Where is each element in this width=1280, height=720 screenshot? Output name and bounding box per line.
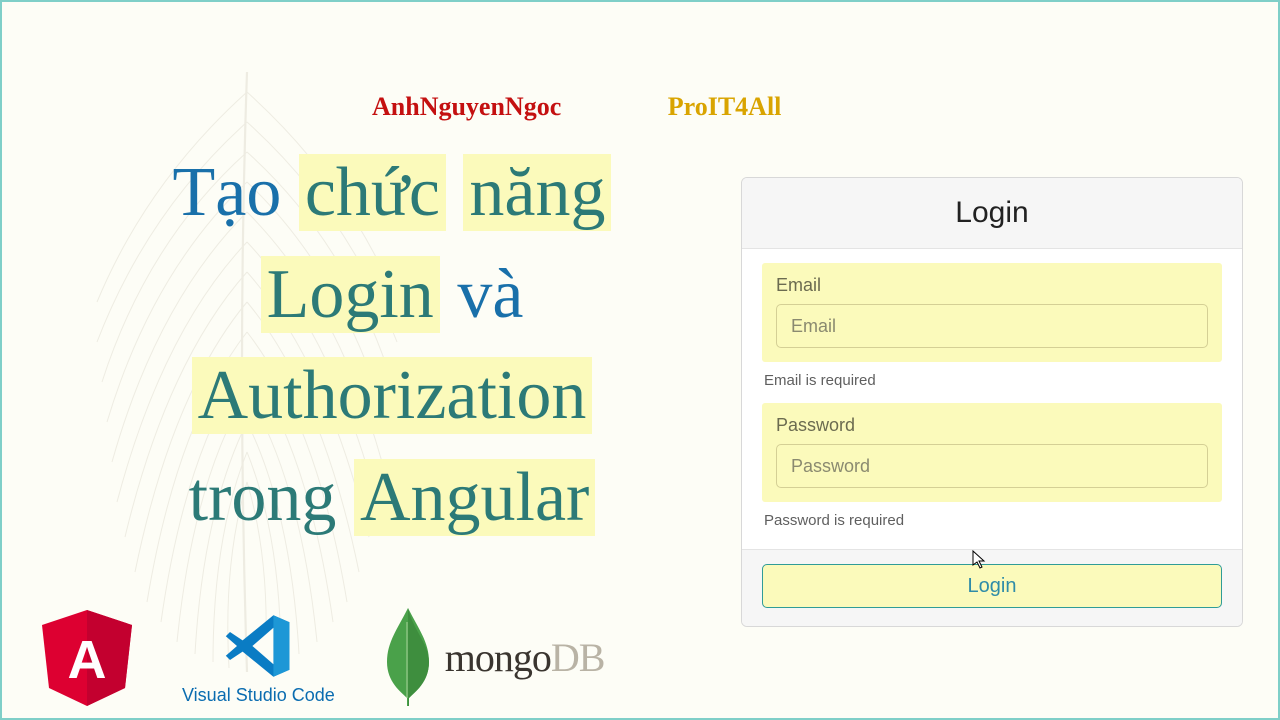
title-word-hl: Angular — [354, 459, 595, 536]
email-error: Email is required — [762, 362, 1222, 403]
mongodb-leaf-icon — [385, 608, 431, 706]
vscode-label: Visual Studio Code — [182, 685, 335, 706]
password-field[interactable] — [776, 444, 1208, 488]
password-label: Password — [776, 415, 1208, 436]
slide-title: Tạo chức năng Login và Authorization tro… — [62, 142, 722, 548]
title-word: và — [457, 256, 523, 333]
title-word: trong — [189, 459, 337, 536]
author-credits: AnhNguyenNgoc ProIT4All — [372, 92, 781, 122]
mongo-word: mongo — [445, 635, 551, 680]
mongo-db-word: DB — [551, 635, 605, 680]
author-name: AnhNguyenNgoc — [372, 92, 561, 121]
email-label: Email — [776, 275, 1208, 296]
angular-icon: A — [42, 610, 132, 706]
email-field-wrap: Email — [762, 263, 1222, 362]
title-word: Tạo — [173, 154, 282, 231]
title-word-hl: chức — [299, 154, 446, 231]
title-word-hl: Authorization — [192, 357, 593, 434]
vscode-icon — [223, 611, 293, 681]
mongodb-text: mongoDB — [445, 634, 605, 681]
svg-text:A: A — [68, 630, 107, 690]
login-card: Login Email Email is required Password P… — [741, 177, 1243, 627]
title-word-hl: Login — [261, 256, 440, 333]
vscode-logo-group: Visual Studio Code — [182, 611, 335, 706]
password-error: Password is required — [762, 502, 1222, 543]
email-field[interactable] — [776, 304, 1208, 348]
login-heading: Login — [742, 178, 1242, 249]
password-field-wrap: Password — [762, 403, 1222, 502]
channel-name: ProIT4All — [668, 92, 782, 121]
mongodb-logo-group: mongoDB — [385, 608, 605, 706]
login-button[interactable]: Login — [762, 564, 1222, 608]
title-word-hl: năng — [463, 154, 611, 231]
